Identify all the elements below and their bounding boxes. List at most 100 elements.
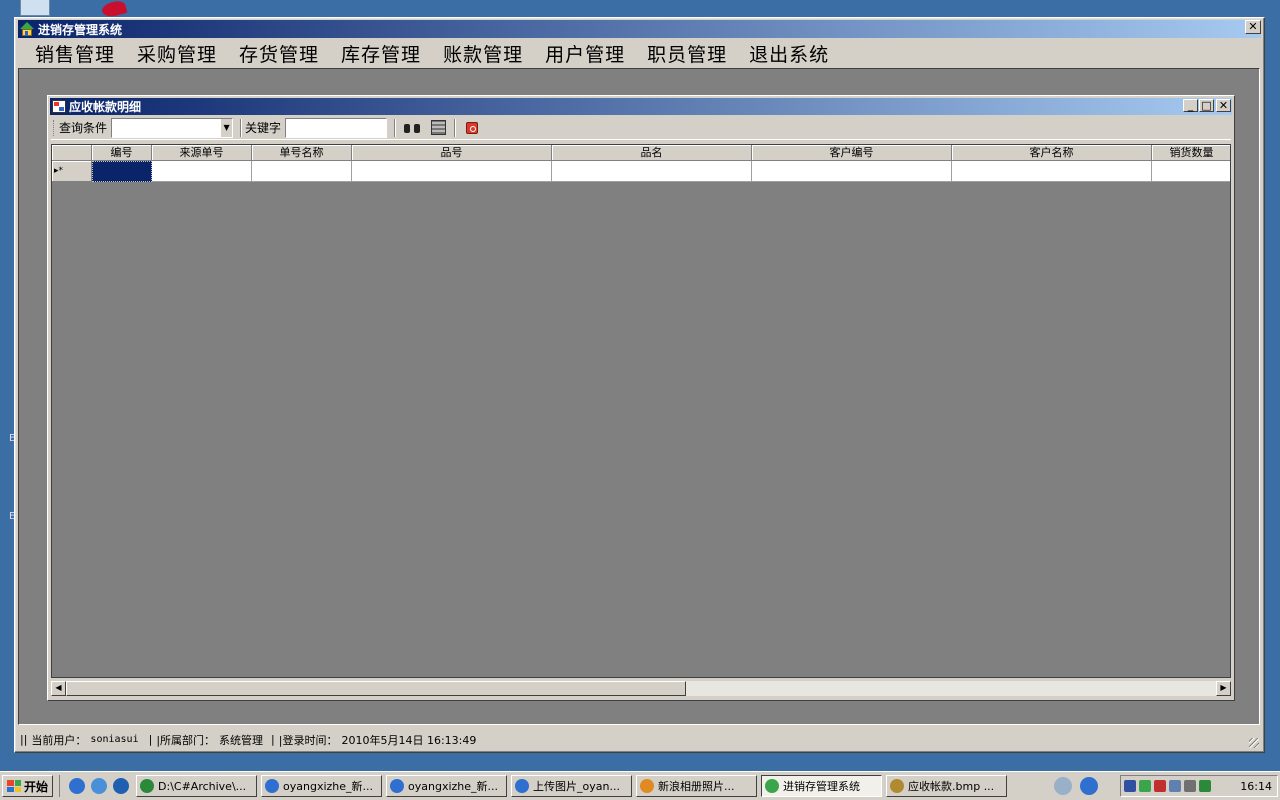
task-label: 上传图片_oyan... bbox=[533, 780, 620, 793]
condition-select[interactable]: ▼ bbox=[111, 117, 234, 138]
row-header-corner bbox=[52, 145, 92, 161]
scroll-right-icon[interactable]: ▶ bbox=[1216, 681, 1231, 696]
column-header[interactable]: 品号 bbox=[352, 145, 552, 161]
help-icon[interactable] bbox=[1080, 777, 1098, 795]
network-icon[interactable] bbox=[1054, 777, 1072, 795]
home-icon bbox=[765, 779, 780, 793]
status-dept-value: 系统管理 bbox=[219, 733, 264, 747]
quick-launch bbox=[59, 775, 132, 797]
task-label: 应收帐款.bmp ... bbox=[908, 780, 995, 793]
table-cell[interactable] bbox=[752, 161, 952, 182]
task-label: 新浪相册照片... bbox=[658, 780, 735, 793]
start-button[interactable]: 开始 bbox=[2, 775, 54, 797]
task-paint[interactable]: 应收帐款.bmp ... bbox=[886, 775, 1008, 797]
minimize-button[interactable]: _ bbox=[1183, 99, 1198, 112]
query-toolbar: 查询条件 ▼ 关键字 bbox=[51, 116, 1231, 140]
desktop-icon[interactable] bbox=[20, 0, 50, 16]
column-header[interactable]: 来源单号 bbox=[152, 145, 252, 161]
search-button[interactable] bbox=[401, 118, 423, 138]
clock[interactable]: 16:14 bbox=[1240, 780, 1272, 793]
exit-icon bbox=[466, 121, 479, 134]
status-separator: | bbox=[148, 733, 153, 746]
menu-users[interactable]: 用户管理 bbox=[534, 40, 636, 67]
task-label: oyangxizhe_新... bbox=[408, 780, 499, 793]
maximize-button[interactable]: □ bbox=[1199, 99, 1214, 112]
status-separator: || bbox=[20, 733, 28, 746]
windows-logo-icon bbox=[7, 780, 21, 792]
settings-icon[interactable] bbox=[1184, 780, 1196, 792]
shield-icon[interactable] bbox=[1139, 780, 1151, 792]
table-cell[interactable] bbox=[252, 161, 352, 182]
menu-purchase[interactable]: 采购管理 bbox=[126, 40, 228, 67]
menu-accounts[interactable]: 账款管理 bbox=[432, 40, 534, 67]
task-inventory-app[interactable]: 进销存管理系统 bbox=[761, 775, 883, 797]
table-cell[interactable] bbox=[92, 161, 152, 182]
column-header[interactable]: 品名 bbox=[552, 145, 752, 161]
keyword-label: 关键字 bbox=[245, 121, 282, 135]
main-title-bar[interactable]: 进销存管理系统 bbox=[18, 20, 1261, 38]
chevron-down-icon[interactable]: ▼ bbox=[221, 118, 233, 137]
scroll-left-icon[interactable]: ◀ bbox=[51, 681, 66, 696]
child-window-title: 应收帐款明细 bbox=[69, 100, 142, 114]
menu-sales[interactable]: 销售管理 bbox=[24, 40, 126, 67]
close-form-button[interactable] bbox=[461, 118, 483, 138]
task-album[interactable]: 新浪相册照片... bbox=[636, 775, 758, 797]
task-upload[interactable]: 上传图片_oyan... bbox=[511, 775, 633, 797]
task-label: oyangxizhe_新... bbox=[283, 780, 374, 793]
umbrella-icon[interactable] bbox=[1199, 780, 1211, 792]
column-header[interactable]: 单号名称 bbox=[252, 145, 352, 161]
column-header[interactable]: 编号 bbox=[92, 145, 152, 161]
table-cell[interactable] bbox=[152, 161, 252, 182]
security-icon[interactable] bbox=[91, 778, 108, 794]
home-icon bbox=[20, 22, 34, 36]
binoculars-icon bbox=[404, 122, 421, 134]
status-time-label: |登录时间： bbox=[278, 733, 338, 747]
task-label: 进销存管理系统 bbox=[783, 780, 861, 793]
toolbar-grip[interactable] bbox=[53, 119, 56, 136]
column-header[interactable]: 客户名称 bbox=[952, 145, 1152, 161]
volume-icon[interactable] bbox=[1169, 780, 1181, 792]
table-cell[interactable] bbox=[352, 161, 552, 182]
data-grid[interactable]: 编号 来源单号 单号名称 品号 品名 客户编号 客户名称 销货数量 ▸* bbox=[51, 144, 1231, 678]
mdi-client-area: 应收帐款明细 _ □ ✕ 查询条件 ▼ 关键字 编号 来源单号 单号名称 品号 … bbox=[18, 68, 1260, 725]
task-explorer[interactable]: D:\C#Archive\... bbox=[136, 775, 258, 797]
system-tray: 16:14 bbox=[1120, 775, 1278, 797]
menu-exit[interactable]: 退出系统 bbox=[738, 40, 840, 67]
new-row-marker[interactable]: ▸* bbox=[52, 161, 92, 182]
task-label: D:\C#Archive\... bbox=[158, 779, 247, 793]
column-header[interactable]: 客户编号 bbox=[752, 145, 952, 161]
status-user-value: soniasui bbox=[90, 734, 139, 745]
receivables-detail-window: 应收帐款明细 _ □ ✕ 查询条件 ▼ 关键字 编号 来源单号 单号名称 品号 … bbox=[47, 95, 1235, 701]
ie-icon[interactable] bbox=[69, 778, 86, 794]
scroll-thumb[interactable] bbox=[66, 681, 686, 696]
main-window: 进销存管理系统 ✕ 销售管理 采购管理 存货管理 库存管理 账款管理 用户管理 … bbox=[14, 17, 1265, 753]
table-cell[interactable] bbox=[552, 161, 752, 182]
menu-staff[interactable]: 职员管理 bbox=[636, 40, 738, 67]
task-browser-2[interactable]: oyangxizhe_新... bbox=[386, 775, 508, 797]
ie-icon bbox=[265, 779, 280, 793]
main-close-button[interactable]: ✕ bbox=[1245, 20, 1261, 34]
toolbar-separator bbox=[394, 118, 397, 137]
menu-inventory[interactable]: 库存管理 bbox=[330, 40, 432, 67]
bluetooth-icon[interactable] bbox=[1124, 780, 1136, 792]
menu-stock-goods[interactable]: 存货管理 bbox=[228, 40, 330, 67]
resize-grip[interactable] bbox=[1249, 738, 1259, 748]
table-cell[interactable] bbox=[1152, 161, 1230, 182]
condition-label: 查询条件 bbox=[59, 121, 108, 135]
table-row[interactable]: ▸* bbox=[52, 161, 1230, 182]
network-error-icon[interactable] bbox=[1154, 780, 1166, 792]
taskbar: 开始 D:\C#Archive\... oyangxizhe_新... oyan… bbox=[0, 771, 1280, 800]
horizontal-scrollbar[interactable]: ◀ ▶ bbox=[51, 681, 1231, 696]
status-dept-label: |所属部门： bbox=[156, 733, 216, 747]
child-close-button[interactable]: ✕ bbox=[1216, 99, 1231, 112]
table-cell[interactable] bbox=[952, 161, 1152, 182]
task-browser-1[interactable]: oyangxizhe_新... bbox=[261, 775, 383, 797]
ie-icon[interactable] bbox=[113, 778, 130, 794]
column-header[interactable]: 销货数量 bbox=[1152, 145, 1230, 161]
form-icon bbox=[52, 100, 66, 113]
export-button[interactable] bbox=[427, 118, 449, 138]
main-window-title: 进销存管理系统 bbox=[38, 22, 123, 37]
child-title-bar[interactable]: 应收帐款明细 bbox=[50, 98, 1232, 115]
keyword-input[interactable] bbox=[285, 117, 388, 138]
export-icon bbox=[430, 120, 446, 135]
